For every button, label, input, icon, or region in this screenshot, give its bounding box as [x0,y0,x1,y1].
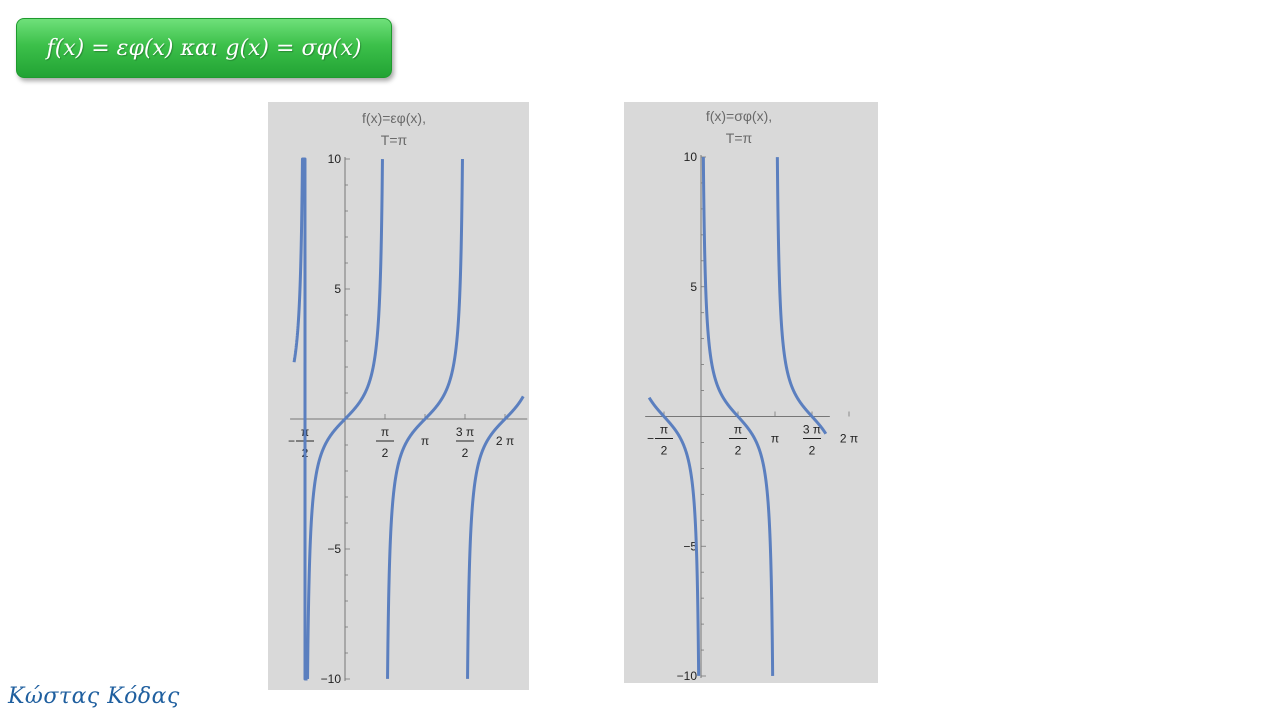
y-tick-label: 10 [684,150,698,164]
chart-title-line: T=π [726,130,753,146]
x-tick-sign: − [647,432,654,446]
y-tick-label: 10 [328,152,342,166]
chart-title-line: f(x)=σφ(x), [706,108,772,124]
y-tick-label: −5 [327,542,341,556]
x-tick-denominator: 2 [462,446,469,460]
curve-branch [775,157,828,436]
y-tick-label: 5 [690,280,697,294]
y-tick-label: 5 [334,282,341,296]
x-tick-label: 2 π [840,432,858,446]
x-tick-label: π [421,434,429,448]
cot-chart-svg: f(x)=σφ(x),T=π105−5−10π2−π2π3 π22 π [645,108,858,683]
x-tick-numerator: π [381,425,389,439]
chart-title-line: T=π [381,132,408,148]
x-tick-numerator: π [660,423,668,437]
y-tick-label: −10 [321,672,342,686]
title-box: f(x) = εφ(x) και g(x) = σφ(x) [16,18,392,78]
x-tick-numerator: π [734,423,742,437]
x-tick-denominator: 2 [809,444,816,458]
x-tick-denominator: 2 [382,446,389,460]
tan-chart-svg: f(x)=εφ(x),T=π105−5−10π2−π2π3 π22 π [288,110,528,686]
x-tick-denominator: 2 [661,444,668,458]
chart-title-line: f(x)=εφ(x), [362,110,426,126]
cot-chart: f(x)=σφ(x), T=π 10 5 −5 −10 π 2− π 2 π 3 π22 π [624,102,878,683]
x-tick-label: 2 π [496,434,514,448]
author-signature: Κώστας Κόδας [8,684,180,709]
x-tick-label: π [771,432,779,446]
x-tick-numerator: 3 π [456,425,474,439]
curve-branch [647,396,701,676]
x-tick-denominator: 2 [735,444,742,458]
slide-title: f(x) = εφ(x) και g(x) = σφ(x) [46,35,362,61]
y-tick-label: −10 [677,669,698,683]
x-tick-sign: − [288,434,295,448]
tan-chart: f(x)=εφ(x), T=π 10 5 −5 −10 π 2− π 2 π 3 π22 π [268,102,529,690]
